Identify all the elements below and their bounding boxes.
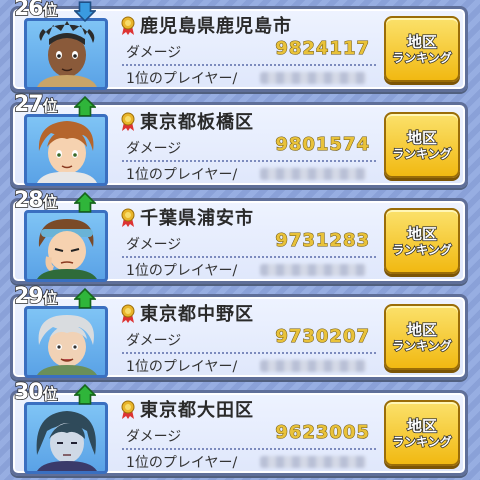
region-ranking-button[interactable]: 地区 ランキング xyxy=(384,16,460,82)
rank-number: 29位 xyxy=(13,283,58,310)
damage-label: ダメージ xyxy=(126,45,182,61)
up-arrow-icon xyxy=(74,192,96,213)
rank-number: 26位 xyxy=(13,0,58,22)
top-player-label: 1位のプレイヤー/ xyxy=(126,167,238,183)
ranking-row: 29位 東京都中野区 ダメージ 9730207 1位のプレイヤー/ 地区 ランキ… xyxy=(6,283,468,380)
damage-label: ダメージ xyxy=(126,333,182,349)
player-avatar xyxy=(24,18,108,90)
damage-value: 9731283 xyxy=(275,230,370,252)
top-player-label: 1位のプレイヤー/ xyxy=(126,71,238,87)
player-avatar xyxy=(24,210,108,282)
damage-value: 9801574 xyxy=(275,134,370,156)
top-player-label: 1位のプレイヤー/ xyxy=(126,455,238,471)
up-arrow-icon xyxy=(74,288,96,309)
damage-label: ダメージ xyxy=(126,237,182,253)
medal-icon xyxy=(121,304,135,323)
region-ranking-button[interactable]: 地区 ランキング xyxy=(384,112,460,178)
region-name: 東京都中野区 xyxy=(140,304,254,325)
divider xyxy=(122,448,376,450)
damage-value: 9730207 xyxy=(275,326,370,348)
medal-icon xyxy=(121,400,135,419)
divider xyxy=(122,64,376,66)
player-avatar xyxy=(24,114,108,186)
region-ranking-button[interactable]: 地区 ランキング xyxy=(384,400,460,466)
ranking-row: 27位 東京都板橋区 ダメージ 9801574 1位のプレイヤー/ 地区 ランキ… xyxy=(6,91,468,188)
divider xyxy=(122,256,376,258)
blurred-player-name xyxy=(260,456,366,468)
ranking-row: 30位 東京都大田区 ダメージ 9623005 1位のプレイヤー/ 地区 ランキ… xyxy=(6,379,468,476)
medal-icon xyxy=(121,208,135,227)
damage-label: ダメージ xyxy=(126,429,182,445)
up-arrow-icon xyxy=(74,384,96,405)
damage-label: ダメージ xyxy=(126,141,182,157)
up-arrow-icon xyxy=(74,96,96,117)
damage-value: 9623005 xyxy=(275,422,370,444)
region-ranking-button[interactable]: 地区 ランキング xyxy=(384,208,460,274)
top-player-label: 1位のプレイヤー/ xyxy=(126,263,238,279)
region-name: 千葉県浦安市 xyxy=(140,208,254,229)
medal-icon xyxy=(121,112,135,131)
player-avatar xyxy=(24,306,108,378)
region-ranking-button[interactable]: 地区 ランキング xyxy=(384,304,460,370)
blurred-player-name xyxy=(260,264,366,276)
region-name: 東京都板橋区 xyxy=(140,112,254,133)
rank-number: 27位 xyxy=(13,91,58,118)
divider xyxy=(122,352,376,354)
region-name: 鹿児島県鹿児島市 xyxy=(140,16,292,37)
region-name: 東京都大田区 xyxy=(140,400,254,421)
ranking-row: 26位 鹿児島県鹿児島市 ダメージ 9824117 1位のプレイヤー/ 地区 ラ… xyxy=(6,0,468,92)
rank-number: 28位 xyxy=(13,187,58,214)
top-player-label: 1位のプレイヤー/ xyxy=(126,359,238,375)
blurred-player-name xyxy=(260,360,366,372)
ranking-row: 28位 千葉県浦安市 ダメージ 9731283 1位のプレイヤー/ 地区 ランキ… xyxy=(6,187,468,284)
divider xyxy=(122,160,376,162)
player-avatar xyxy=(24,402,108,474)
rank-number: 30位 xyxy=(13,379,58,406)
down-arrow-icon xyxy=(74,1,96,22)
blurred-player-name xyxy=(260,72,366,84)
medal-icon xyxy=(121,16,135,35)
damage-value: 9824117 xyxy=(275,38,370,60)
blurred-player-name xyxy=(260,168,366,180)
